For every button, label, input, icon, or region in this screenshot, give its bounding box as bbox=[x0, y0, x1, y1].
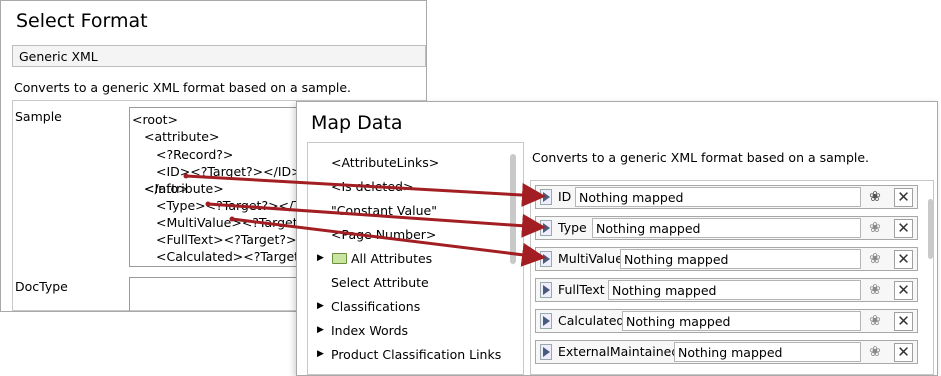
source-item-is-deleted[interactable]: <Is deleted> bbox=[331, 179, 413, 194]
target-field-name: FullText bbox=[558, 282, 605, 297]
target-mapping-value[interactable]: Nothing mapped bbox=[608, 280, 861, 300]
close-icon[interactable]: ✕ bbox=[894, 281, 913, 300]
target-row-multivalue: MultiValue Nothing mapped ❀ ✕ bbox=[535, 247, 918, 271]
play-triangle-icon[interactable] bbox=[540, 220, 552, 236]
target-row-fulltext: FullText Nothing mapped ❀ ✕ bbox=[535, 278, 918, 302]
source-item-classifications[interactable]: Classifications bbox=[331, 299, 420, 314]
close-icon[interactable]: ✕ bbox=[894, 219, 913, 238]
source-item-index-words[interactable]: Index Words bbox=[331, 323, 408, 338]
close-icon[interactable]: ✕ bbox=[894, 250, 913, 269]
target-mapping-value[interactable]: Nothing mapped bbox=[674, 342, 861, 362]
format-select[interactable]: Generic XML bbox=[12, 45, 426, 67]
sample-line: <attribute> bbox=[144, 129, 220, 144]
target-mapping-value[interactable]: Nothing mapped bbox=[622, 311, 861, 331]
sample-line: <ID><?Target?></ID> bbox=[156, 164, 302, 179]
select-format-title: Select Format bbox=[16, 10, 148, 32]
link-icon[interactable]: ❀ bbox=[867, 251, 883, 267]
expand-triangle-icon[interactable]: ▶ bbox=[317, 253, 324, 263]
play-triangle-icon[interactable] bbox=[540, 251, 552, 267]
source-item-select-attribute[interactable]: Select Attribute bbox=[331, 275, 429, 290]
target-field-name: Calculated bbox=[558, 313, 625, 328]
expand-triangle-icon[interactable]: ▶ bbox=[317, 301, 324, 311]
folder-icon bbox=[332, 253, 347, 264]
sample-line: <Info> bbox=[144, 181, 189, 196]
sample-line: <?Record?> bbox=[156, 147, 234, 162]
source-item-attribute-links[interactable]: <AttributeLinks> bbox=[331, 155, 439, 170]
target-row-type: Type Nothing mapped ❀ ✕ bbox=[535, 216, 918, 240]
source-item-product-classification-links[interactable]: Product Classification Links bbox=[331, 347, 501, 362]
map-data-title: Map Data bbox=[311, 112, 403, 134]
source-item-all-attributes[interactable]: All Attributes bbox=[351, 251, 432, 266]
link-icon[interactable]: ❀ bbox=[867, 282, 883, 298]
target-mapping-value[interactable]: Nothing mapped bbox=[620, 249, 861, 269]
target-mapping-value[interactable]: Nothing mapped bbox=[575, 187, 861, 207]
target-field-name: MultiValue bbox=[558, 251, 623, 266]
target-field-name: Type bbox=[558, 220, 587, 235]
link-icon[interactable]: ❀ bbox=[867, 344, 883, 360]
map-data-description: Converts to a generic XML format based o… bbox=[532, 150, 870, 165]
source-item-page-number[interactable]: <Page Number> bbox=[331, 227, 436, 242]
expand-triangle-icon[interactable]: ▶ bbox=[317, 325, 324, 335]
close-icon[interactable]: ✕ bbox=[894, 188, 913, 207]
format-select-value: Generic XML bbox=[19, 49, 98, 64]
target-row-calculated: Calculated Nothing mapped ❀ ✕ bbox=[535, 309, 918, 333]
target-row-externalmaintained: ExternalMaintained Nothing mapped ❀ ✕ bbox=[535, 340, 918, 364]
sample-label: Sample bbox=[15, 109, 62, 124]
source-item-constant-value[interactable]: "Constant Value" bbox=[331, 203, 437, 218]
target-field-name: ID bbox=[558, 189, 572, 204]
sample-line: <root> bbox=[132, 112, 179, 127]
play-triangle-icon[interactable] bbox=[540, 282, 552, 298]
target-field-name: ExternalMaintained bbox=[558, 344, 680, 359]
close-icon[interactable]: ✕ bbox=[894, 343, 913, 362]
target-row-id: ID Nothing mapped ❀ ✕ bbox=[535, 185, 918, 209]
link-icon[interactable]: ❀ bbox=[867, 220, 883, 236]
play-triangle-icon[interactable] bbox=[540, 313, 552, 329]
doctype-label: DocType bbox=[15, 279, 68, 294]
link-icon[interactable]: ❀ bbox=[867, 313, 883, 329]
play-triangle-icon[interactable] bbox=[540, 344, 552, 360]
format-description: Converts to a generic XML format based o… bbox=[14, 80, 352, 95]
play-triangle-icon[interactable] bbox=[540, 189, 552, 205]
target-list-scrollbar[interactable] bbox=[928, 199, 933, 259]
close-icon[interactable]: ✕ bbox=[894, 312, 913, 331]
source-list-scrollbar[interactable] bbox=[510, 154, 516, 264]
expand-triangle-icon[interactable]: ▶ bbox=[317, 349, 324, 359]
link-icon[interactable]: ❀ bbox=[867, 189, 883, 205]
target-mapping-value[interactable]: Nothing mapped bbox=[592, 218, 861, 238]
